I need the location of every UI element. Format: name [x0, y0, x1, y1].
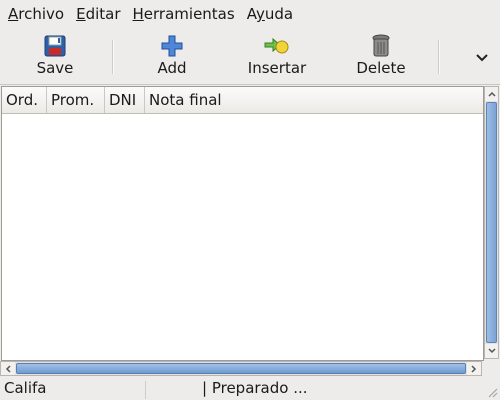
menu-ayuda-rest: uda [264, 5, 294, 23]
toolbar-separator [438, 40, 440, 74]
menu-ayuda[interactable]: Ayuda [243, 0, 297, 28]
insertar-label: Insertar [247, 59, 307, 77]
menu-bar: Archivo Editar Herramientas Ayuda [0, 0, 500, 28]
column-header-ord[interactable]: Ord. [2, 87, 47, 113]
menu-editar-mnemonic: E [76, 5, 86, 23]
menu-editar[interactable]: Editar [72, 0, 124, 28]
menu-herramientas[interactable]: Herramientas [129, 0, 239, 28]
save-label: Save [36, 59, 74, 77]
scroll-up-arrow-icon[interactable] [485, 87, 498, 101]
grades-table: Ord. Prom. DNI Nota final [1, 86, 484, 361]
toolbar-separator [112, 40, 114, 74]
status-message: | Preparado ... [202, 379, 308, 397]
scroll-right-arrow-icon[interactable] [467, 362, 481, 375]
scroll-down-arrow-icon[interactable] [485, 344, 498, 358]
status-bar: Califa | Preparado ... [0, 378, 500, 400]
toolbar: Save Add Insertar Delete [0, 28, 500, 85]
resize-grip-icon[interactable] [486, 386, 498, 398]
plus-icon [159, 34, 185, 58]
menu-ayuda-prefix: A [246, 5, 256, 23]
menu-ayuda-mnemonic: y [255, 5, 265, 23]
horizontal-scroll-thumb[interactable] [16, 363, 466, 374]
save-button[interactable]: Save [32, 34, 78, 80]
scroll-left-arrow-icon[interactable] [1, 362, 15, 375]
horizontal-scrollbar[interactable] [0, 361, 482, 376]
column-header-dni[interactable]: DNI [105, 87, 145, 113]
add-button[interactable]: Add [150, 34, 194, 80]
delete-button[interactable]: Delete [352, 34, 410, 80]
toolbar-overflow-chevron-icon[interactable] [472, 48, 492, 68]
trash-can-icon [368, 34, 394, 58]
menu-herramientas-rest: erramientas [143, 5, 235, 23]
column-header-prom[interactable]: Prom. [47, 87, 105, 113]
menu-editar-rest: ditar [85, 5, 121, 23]
insert-arrow-icon [264, 34, 290, 58]
delete-label: Delete [356, 59, 406, 77]
status-separator [145, 381, 146, 399]
status-app-name: Califa [4, 379, 47, 397]
column-header-nota-final[interactable]: Nota final [145, 87, 483, 113]
menu-archivo[interactable]: Archivo [4, 0, 68, 28]
menu-archivo-mnemonic: A [8, 5, 19, 23]
add-label: Add [157, 59, 187, 77]
vertical-scroll-thumb[interactable] [486, 102, 497, 343]
menu-archivo-rest: rchivo [18, 5, 65, 23]
vertical-scrollbar[interactable] [484, 86, 499, 359]
table-header: Ord. Prom. DNI Nota final [2, 87, 483, 114]
insertar-button[interactable]: Insertar [242, 34, 312, 80]
floppy-disk-icon [42, 34, 68, 58]
menu-herramientas-mnemonic: H [132, 5, 144, 23]
